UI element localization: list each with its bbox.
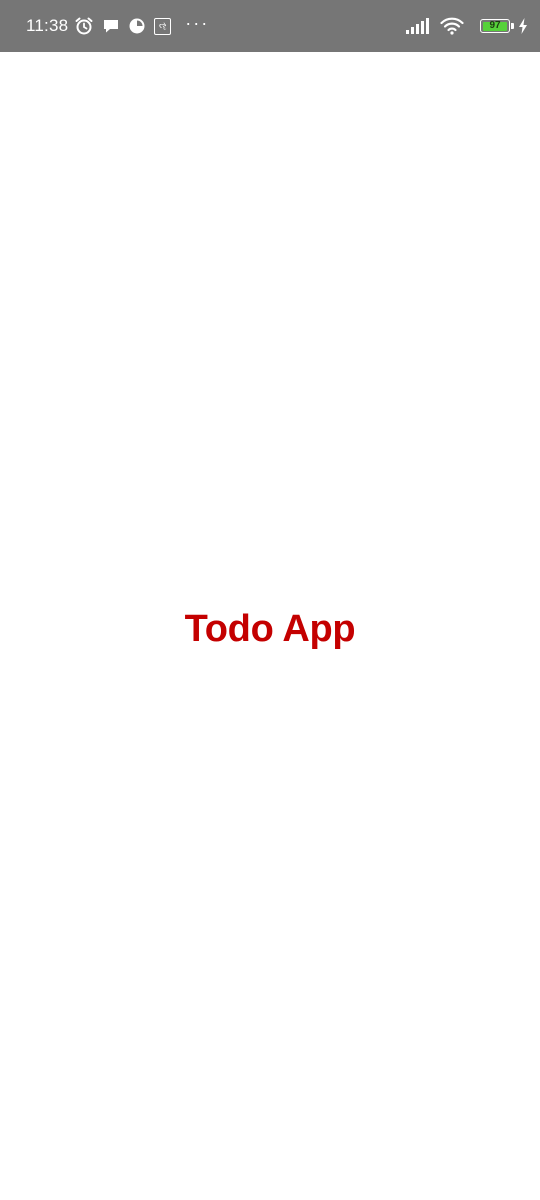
battery-level: 97 — [489, 20, 501, 31]
keyboard-icon-label: ૡ — [154, 17, 172, 35]
more-notifications-icon: ··· — [185, 13, 210, 33]
chat-bubble-icon — [102, 17, 120, 35]
data-saver-icon — [128, 17, 146, 35]
alarm-icon — [74, 16, 94, 36]
splash-screen: Todo App — [0, 52, 540, 1200]
status-bar: 11:38 ૡ ··· 97 — [0, 0, 540, 52]
wifi-icon — [440, 17, 464, 35]
signal-icon — [406, 18, 432, 34]
app-title: Todo App — [184, 608, 356, 650]
keyboard-icon: ૡ — [154, 17, 172, 35]
charging-icon — [518, 18, 528, 34]
battery-tip — [511, 23, 514, 29]
status-bar-left: 11:38 ૡ ··· — [26, 0, 209, 52]
status-time: 11:38 — [26, 16, 69, 35]
status-bar-right: 97 — [406, 0, 528, 52]
battery-icon: 97 — [480, 19, 510, 33]
